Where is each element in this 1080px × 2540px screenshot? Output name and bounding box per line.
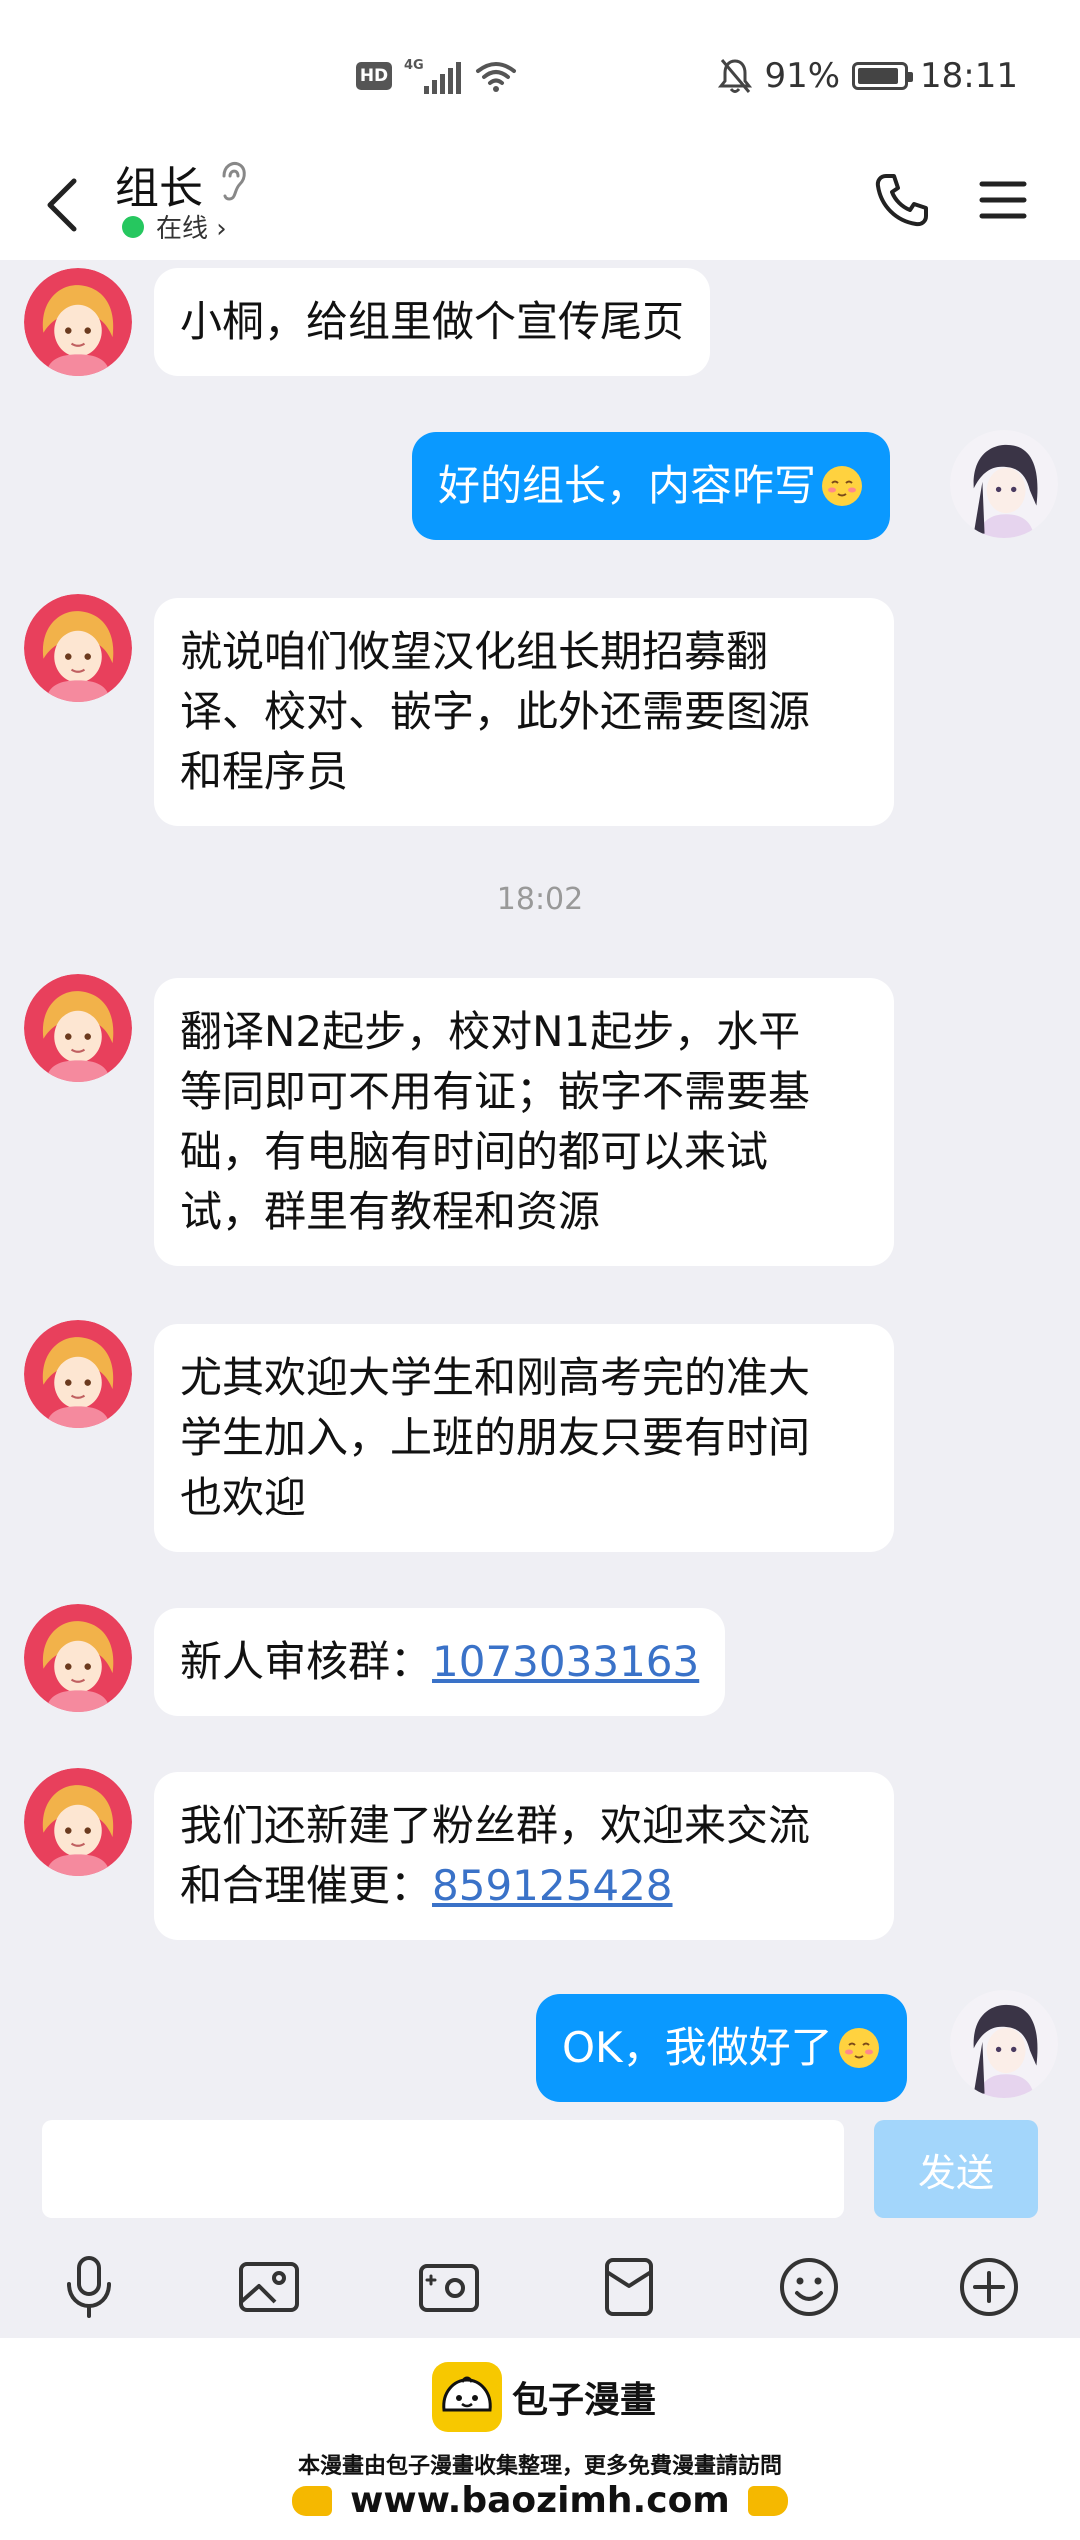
chat-header: 组长 在线 › — [0, 150, 1080, 260]
message-bubble-incoming[interactable]: 新人审核群：1073033163 — [154, 1608, 726, 1716]
status-right: 91% 18:11 — [718, 56, 1018, 96]
footer-note: 本漫畫由包子漫畫收集整理，更多免費漫畫請訪問 — [297, 2454, 782, 2479]
clock: 18:11 — [920, 56, 1018, 96]
message-bubble-outgoing[interactable]: OK，我做好了 — [536, 1994, 907, 2102]
group-number-link[interactable]: 859125428 — [432, 1861, 673, 1910]
red-packet-button[interactable] — [594, 2252, 664, 2322]
footer-url-text: www.baozimh.com — [350, 2480, 730, 2521]
emoji-button[interactable] — [774, 2252, 844, 2322]
online-status-label: 在线 › — [156, 214, 227, 244]
avatar[interactable] — [24, 974, 132, 1082]
contact-avatar-icon — [24, 1320, 132, 1428]
message-bubble-incoming[interactable]: 尤其欢迎大学生和刚高考完的准大 学生加入，上班的朋友只要有时间 也欢迎 — [154, 1324, 894, 1552]
message-bubble-incoming[interactable]: 翻译N2起步，校对N1起步，水平 等同即可不用有证；嵌字不需要基 础，有电脑有时… — [154, 978, 894, 1266]
message-text: 小桐，给组里做个宣传尾页 — [180, 297, 685, 346]
message-line: 就说咱们攸望汉化组长期招募翻 — [180, 627, 769, 676]
message-bubble-incoming[interactable]: 我们还新建了粉丝群，欢迎来交流 和合理催更：859125428 — [154, 1772, 894, 1940]
message-line: 尤其欢迎大学生和刚高考完的准大 — [180, 1353, 811, 1402]
ear-icon — [222, 162, 246, 201]
avatar[interactable] — [24, 594, 132, 702]
battery-fill — [858, 68, 899, 84]
battery-icon — [852, 62, 914, 90]
brand-name: 包子漫畫 — [512, 2380, 657, 2421]
message-line: 我们还新建了粉丝群，欢迎来交流 — [180, 1801, 811, 1850]
message-text: OK，我做好了 — [562, 2023, 833, 2072]
message-bubble-outgoing[interactable]: 好的组长，内容咋写 — [412, 432, 891, 540]
message-line: 学生加入，上班的朋友只要有时间 — [180, 1413, 811, 1462]
brand: 包子漫畫 — [432, 2362, 656, 2432]
more-button[interactable] — [954, 2252, 1024, 2322]
cellular-signal-icon: 4G — [404, 58, 462, 94]
message-text: 好的组长，内容咋写 — [438, 461, 817, 510]
status-indicators: HD 4G — [356, 58, 518, 94]
status-bar: HD 4G 91% 18:11 — [0, 0, 1080, 150]
wifi-icon — [476, 62, 516, 92]
message-line: 试，群里有教程和资源 — [180, 1187, 601, 1236]
message-bubble-incoming[interactable]: 小桐，给组里做个宣传尾页 — [154, 268, 711, 376]
red-packet-icon — [605, 2258, 653, 2316]
avatar[interactable] — [950, 430, 1058, 538]
message-line: 也欢迎 — [180, 1473, 307, 1522]
user-avatar-icon — [950, 430, 1058, 538]
back-button[interactable] — [36, 170, 86, 240]
contact-avatar-icon — [24, 594, 132, 702]
contact-name[interactable]: 组长 — [115, 152, 203, 216]
message-line: 和程序员 — [180, 747, 349, 796]
menu-icon[interactable] — [978, 170, 1028, 230]
message-line: 翻译N2起步，校对N1起步，水平 — [180, 1007, 801, 1056]
avatar[interactable] — [24, 268, 132, 376]
contact-avatar-icon — [24, 974, 132, 1082]
blush-emoji-icon — [838, 2028, 879, 2068]
avatar[interactable] — [24, 1604, 132, 1712]
contact-avatar-icon — [24, 1604, 132, 1712]
group-number-link[interactable]: 1073033163 — [432, 1637, 699, 1686]
message-line: 础，有电脑有时间的都可以来试 — [180, 1127, 769, 1176]
footer-url[interactable]: www.baozimh.com — [0, 2480, 1080, 2521]
bell-muted-icon — [718, 59, 753, 93]
watermark-footer: 包子漫畫 本漫畫由包子漫畫收集整理，更多免費漫畫請訪問 www.baozimh.… — [0, 2338, 1080, 2540]
online-dot-icon — [122, 215, 144, 238]
message-text: 和合理催更： — [180, 1861, 433, 1910]
send-button[interactable]: 发送 — [874, 2120, 1038, 2218]
baozi-logo-icon — [432, 2362, 502, 2432]
image-icon — [239, 2262, 299, 2312]
online-status[interactable]: 在线 › — [122, 208, 227, 245]
camera-icon — [419, 2264, 479, 2312]
pointing-left-icon — [747, 2486, 788, 2516]
blush-emoji-icon — [822, 466, 863, 506]
time-separator: 18:02 — [496, 882, 584, 917]
message-list[interactable]: 小桐，给组里做个宣传尾页 好的组长，内容咋写 就说咱们攸望汉化组长期招募翻 译、… — [0, 260, 1080, 2102]
avatar[interactable] — [24, 1768, 132, 1876]
avatar[interactable] — [24, 1320, 132, 1428]
image-button[interactable] — [234, 2252, 304, 2322]
avatar[interactable] — [950, 1990, 1058, 2098]
back-arrow-icon — [47, 178, 77, 232]
contact-avatar-icon — [24, 1768, 132, 1876]
hd-badge: HD — [356, 62, 392, 90]
message-line: 等同即可不用有证；嵌字不需要基 — [180, 1067, 811, 1116]
camera-button[interactable] — [414, 2252, 484, 2322]
plus-icon — [960, 2258, 1018, 2316]
message-text: 新人审核群： — [180, 1637, 433, 1686]
message-line: 译、校对、嵌字，此外还需要图源 — [180, 687, 811, 736]
phone-icon[interactable] — [872, 170, 932, 230]
contact-avatar-icon — [24, 268, 132, 376]
emoji-icon — [780, 2258, 838, 2316]
mic-icon — [67, 2256, 111, 2318]
composer: 发送 — [0, 2102, 1080, 2338]
voice-button[interactable] — [54, 2252, 124, 2322]
pointing-right-icon — [292, 2486, 333, 2516]
message-bubble-incoming[interactable]: 就说咱们攸望汉化组长期招募翻 译、校对、嵌字，此外还需要图源 和程序员 — [154, 598, 894, 826]
user-avatar-icon — [950, 1990, 1058, 2098]
message-input[interactable] — [42, 2120, 844, 2218]
battery-percent: 91% — [764, 56, 841, 96]
